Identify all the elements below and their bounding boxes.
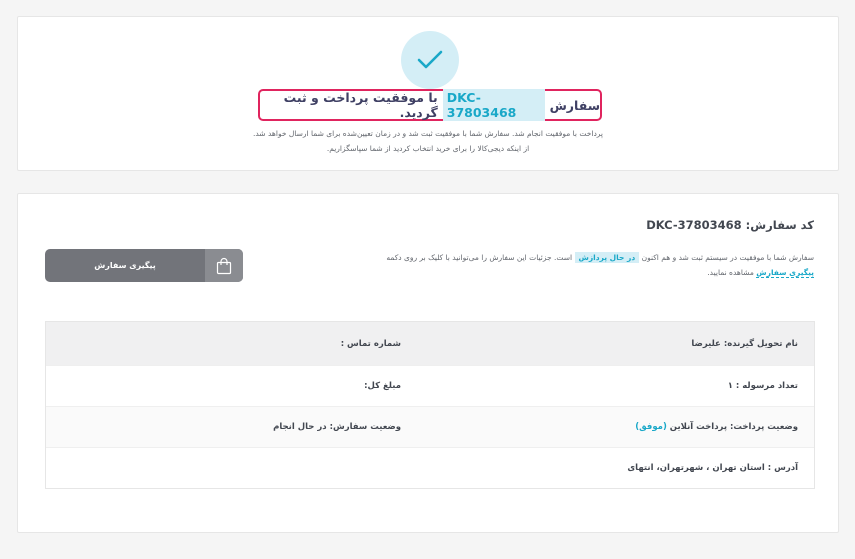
order-code-value: DKC-37803468 [646,218,742,232]
contact-phone: شماره تماس : [340,338,401,349]
payment-status-text: وضعیت پرداخت: پرداخت آنلاین [669,422,798,432]
check-icon [401,31,459,89]
success-line-2: از اینکه دیجی‌کالا را برای خرید انتخاب ک… [326,144,530,153]
delivery-address: آدرس : استان تهران ، شهرتهران، انتهای [627,463,798,473]
order-code-badge: DKC-37803468 [442,89,545,121]
status-badge: در حال پردازش [574,252,640,263]
success-card: سفارش DKC-37803468 با موفقیت پرداخت و ثب… [17,16,839,171]
payment-status: وضعیت پرداخت: پرداخت آنلاین (موفق) [411,422,814,432]
order-card: کد سفارش: DKC-37803468 سفارش شما با موفق… [17,193,839,533]
track-order-button[interactable]: پیگیری سفارش [45,249,243,282]
order-desc-part-3: مشاهده نمایید. [707,268,754,277]
table-row: تعداد مرسوله : ۱ مبلغ کل: [46,365,814,406]
table-row: آدرس : استان تهران ، شهرتهران، انتهای [46,447,814,488]
payment-success-badge: (موفق) [635,422,667,432]
order-desc-part-2: است. جزئیات این سفارش را می‌توانید با کل… [386,253,573,262]
track-order-button-label: پیگیری سفارش [94,261,156,270]
shopping-bag-icon [205,249,243,282]
success-description: پرداخت با موفقیت انجام شد. سفارش شما با … [18,126,838,156]
recipient-name: نام تحویل گیرنده: علیرضا [691,338,798,349]
total-amount: مبلغ کل: [364,381,401,391]
order-code-title: کد سفارش: DKC-37803468 [646,218,814,232]
table-row: نام تحویل گیرنده: علیرضا شماره تماس : [46,322,814,365]
order-info-table: نام تحویل گیرنده: علیرضا شماره تماس : تع… [45,321,815,489]
table-row: وضعیت پرداخت: پرداخت آنلاین (موفق) وضعیت… [46,406,814,447]
success-headline: سفارش DKC-37803468 با موفقیت پرداخت و ثب… [258,89,602,121]
order-code-label: کد سفارش: [745,218,814,232]
track-order-link[interactable]: پیگیری سفارش [756,268,814,278]
order-status: وضعیت سفارش: در حال انجام [273,422,401,432]
success-line-1: پرداخت با موفقیت انجام شد. سفارش شما با … [252,129,604,138]
headline-suffix: با موفقیت پرداخت و ثبت گردید. [283,90,438,120]
headline-prefix: سفارش [549,97,600,113]
order-description: سفارش شما با موفقیت در سیستم ثبت شد و هم… [324,250,814,280]
parcel-count: تعداد مرسوله : ۱ [727,381,798,391]
order-desc-part-1: سفارش شما با موفقیت در سیستم ثبت شد و هم… [641,253,814,262]
